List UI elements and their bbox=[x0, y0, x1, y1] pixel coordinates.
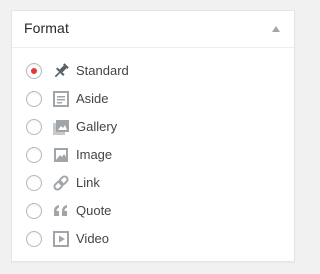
format-label-image: Image bbox=[76, 147, 113, 162]
quote-icon bbox=[51, 201, 71, 221]
radio-quote[interactable] bbox=[26, 203, 42, 219]
format-option-quote[interactable]: Quote bbox=[12, 197, 294, 225]
format-label-standard: Standard bbox=[76, 63, 129, 78]
radio-standard[interactable] bbox=[26, 63, 42, 79]
format-options: Standard Aside Gallery Image Link Quote … bbox=[12, 57, 294, 253]
format-option-standard[interactable]: Standard bbox=[12, 57, 294, 85]
pin-icon bbox=[51, 61, 71, 81]
format-option-video[interactable]: Video bbox=[12, 225, 294, 253]
format-label-quote: Quote bbox=[76, 203, 112, 218]
radio-video[interactable] bbox=[26, 231, 42, 247]
radio-link[interactable] bbox=[26, 175, 42, 191]
radio-image[interactable] bbox=[26, 147, 42, 163]
image-icon bbox=[51, 145, 71, 165]
gallery-icon bbox=[51, 117, 71, 137]
radio-gallery[interactable] bbox=[26, 119, 42, 135]
link-icon bbox=[51, 173, 71, 193]
format-option-image[interactable]: Image bbox=[12, 141, 294, 169]
format-label-video: Video bbox=[76, 231, 110, 246]
format-label-link: Link bbox=[76, 175, 100, 190]
video-icon bbox=[51, 229, 71, 249]
collapse-toggle-icon[interactable] bbox=[272, 26, 280, 32]
format-option-link[interactable]: Link bbox=[12, 169, 294, 197]
format-label-gallery: Gallery bbox=[76, 119, 118, 134]
panel-title: Format bbox=[24, 20, 69, 36]
aside-icon bbox=[51, 89, 71, 109]
format-panel: Format Standard Aside Gallery Image Link… bbox=[11, 10, 295, 262]
format-option-gallery[interactable]: Gallery bbox=[12, 113, 294, 141]
panel-header[interactable]: Format bbox=[12, 11, 294, 48]
format-label-aside: Aside bbox=[76, 91, 109, 106]
radio-aside[interactable] bbox=[26, 91, 42, 107]
format-option-aside[interactable]: Aside bbox=[12, 85, 294, 113]
